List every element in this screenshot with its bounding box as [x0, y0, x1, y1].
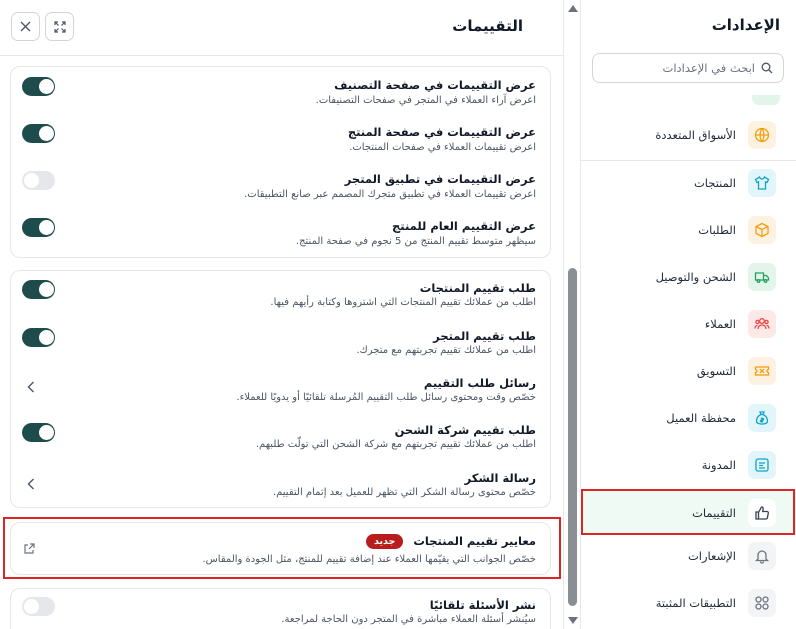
- setting-title: عرض التقييمات في صفحة التصنيف: [334, 78, 536, 92]
- store-app-reviews-toggle[interactable]: [22, 171, 55, 190]
- sidebar-item-label: المنتجات: [693, 176, 736, 190]
- sidebar-item-label: الإشعارات: [687, 549, 736, 563]
- sidebar-item-marketing[interactable]: التسويق: [580, 354, 796, 388]
- setting-description: سيُنشر أسئلة العملاء مباشرة في المتجر دو…: [281, 614, 536, 625]
- sidebar-title: الإعدادات: [711, 16, 780, 34]
- auto-publish-questions-toggle[interactable]: [22, 597, 55, 616]
- sidebar-item-label: التسويق: [696, 364, 736, 378]
- sidebar-item-label: محفظة العميل: [666, 411, 736, 425]
- bell-icon: [748, 542, 776, 570]
- setting-description: اطلب من عملائك تقييم تجربتهم مع شركة الش…: [255, 439, 536, 450]
- setting-title: رسائل طلب التقييم: [423, 376, 536, 390]
- search-input[interactable]: [605, 61, 755, 75]
- setting-title: عرض التقييمات في تطبيق المتجر: [344, 172, 536, 186]
- setting-description: اطلب من عملائك تقييم تجربتهم مع متجرك.: [356, 345, 536, 356]
- ticket-icon: [748, 357, 776, 385]
- request-store-review-toggle[interactable]: [22, 328, 55, 347]
- setting-description: خصّص محتوى رسالة الشكر التي تظهر للعميل …: [272, 487, 536, 498]
- expand-icon: [53, 20, 66, 33]
- sidebar-item-reviews[interactable]: التقييمات: [580, 491, 796, 535]
- toggle-knob: [24, 599, 39, 614]
- toggle-knob: [39, 425, 54, 440]
- close-button[interactable]: [11, 12, 40, 41]
- setting-title: طلب تقييم المتجر: [433, 329, 536, 343]
- sidebar-item-customers[interactable]: العملاء: [580, 307, 796, 341]
- partial-nav-icon: [752, 95, 780, 105]
- review-criteria-card[interactable]: معايير تقييم المنتجات جديد خصّص الجوانب …: [10, 522, 551, 575]
- sidebar-nav: الأسواق المتعددة المنتجات الطلبات الشحن …: [580, 95, 796, 629]
- sidebar-item-multi-markets[interactable]: الأسواق المتعددة: [580, 118, 796, 152]
- blog-icon: [748, 451, 776, 479]
- request-product-reviews-toggle[interactable]: [22, 280, 55, 299]
- settings-sidebar: الإعدادات الأسواق المتعددة المنتجات الطل…: [580, 0, 796, 629]
- sidebar-item-label: التقييمات: [692, 506, 736, 520]
- toggle-knob: [24, 173, 39, 188]
- sidebar-item-blog[interactable]: المدونة: [580, 448, 796, 482]
- auto-publish-questions-card: نشر الأسئلة تلقائيًا سيُنشر أسئلة العملا…: [10, 588, 551, 629]
- sidebar-item-label: العملاء: [704, 317, 736, 331]
- sidebar-item-installed-apps[interactable]: التطبيقات المثبتة: [580, 586, 796, 620]
- review-requests-card: طلب تقييم المنتجات اطلب من عملائك تقييم …: [10, 270, 551, 508]
- product-page-reviews-toggle[interactable]: [22, 124, 55, 143]
- sidebar-item-shipping[interactable]: الشحن والتوصيل: [580, 260, 796, 294]
- sidebar-item-label: الشحن والتوصيل: [655, 270, 736, 284]
- thumbs-up-icon: [748, 499, 776, 527]
- tshirt-icon: [748, 169, 776, 197]
- nav-divider: [580, 160, 796, 161]
- settings-search[interactable]: [592, 53, 784, 83]
- sidebar-item-products[interactable]: المنتجات: [580, 166, 796, 200]
- toggle-knob: [39, 79, 54, 94]
- truck-icon: [748, 263, 776, 291]
- setting-title: نشر الأسئلة تلقائيًا: [429, 598, 536, 612]
- reviews-settings-panel: التقييمات عرض التقييمات في صفحة التصنيف …: [0, 0, 563, 629]
- setting-title: طلب تقييم المنتجات: [419, 281, 536, 295]
- scrollbar-thumb[interactable]: [568, 268, 577, 606]
- setting-description: اطلب من عملائك تقييم المنتجات التي اشترو…: [270, 297, 536, 308]
- toggle-knob: [39, 330, 54, 345]
- setting-description: اعرض تقييمات العملاء في صفحات المنتجات.: [349, 142, 536, 153]
- sidebar-item-label: المدونة: [701, 458, 736, 472]
- globe-icon: [748, 121, 776, 149]
- new-badge: جديد: [365, 534, 404, 549]
- external-link-icon[interactable]: [23, 543, 35, 555]
- request-shipping-review-toggle[interactable]: [22, 423, 55, 442]
- overall-rating-toggle[interactable]: [22, 218, 55, 237]
- setting-title: طلب تقييم شركة الشحن: [394, 423, 536, 437]
- chevron-left-icon[interactable]: [27, 381, 35, 393]
- apps-grid-icon: [748, 589, 776, 617]
- sidebar-item-notifications[interactable]: الإشعارات: [580, 539, 796, 573]
- setting-title: عرض التقييم العام للمنتج: [391, 219, 536, 233]
- sidebar-item-label: الطلبات: [698, 223, 736, 237]
- setting-description: خصّص وقت ومحتوى رسائل طلب التقييم المُرس…: [236, 392, 536, 403]
- scrollbar[interactable]: [563, 0, 581, 629]
- sidebar-item-label: الأسواق المتعددة: [655, 128, 736, 142]
- sidebar-item-customer-wallet[interactable]: محفظة العميل: [580, 401, 796, 435]
- setting-title: عرض التقييمات في صفحة المنتج: [347, 125, 536, 139]
- sidebar-item-label: التطبيقات المثبتة: [655, 596, 736, 610]
- category-page-reviews-toggle[interactable]: [22, 77, 55, 96]
- close-icon: [20, 21, 31, 32]
- panel-header: التقييمات: [0, 0, 563, 56]
- display-settings-card: عرض التقييمات في صفحة التصنيف اعرض آراء …: [10, 66, 551, 258]
- setting-description: اعرض آراء العملاء في المتجر في صفحات الت…: [315, 95, 536, 106]
- expand-button[interactable]: [45, 12, 74, 41]
- scroll-up-arrow-icon[interactable]: [568, 5, 578, 12]
- box-icon: [748, 216, 776, 244]
- sidebar-item-orders[interactable]: الطلبات: [580, 213, 796, 247]
- setting-description: خصّص الجوانب التي يقيّمها العملاء عند إض…: [202, 554, 536, 565]
- toggle-knob: [39, 126, 54, 141]
- setting-description: اعرض تقييمات العملاء في تطبيق متجرك المص…: [244, 189, 536, 200]
- users-icon: [748, 310, 776, 338]
- setting-description: سيظهر متوسط تقييم المنتج من 5 نجوم في صف…: [295, 236, 536, 247]
- toggle-knob: [39, 282, 54, 297]
- setting-title: رسالة الشكر: [464, 471, 536, 485]
- page-title: التقييمات: [452, 17, 523, 35]
- toggle-knob: [39, 220, 54, 235]
- chevron-left-icon[interactable]: [27, 478, 35, 490]
- scroll-down-arrow-icon[interactable]: [568, 617, 578, 624]
- money-bag-icon: [748, 404, 776, 432]
- search-icon: [761, 62, 773, 74]
- setting-title-with-badge: معايير تقييم المنتجات جديد: [365, 534, 536, 549]
- setting-title: معايير تقييم المنتجات: [413, 534, 536, 548]
